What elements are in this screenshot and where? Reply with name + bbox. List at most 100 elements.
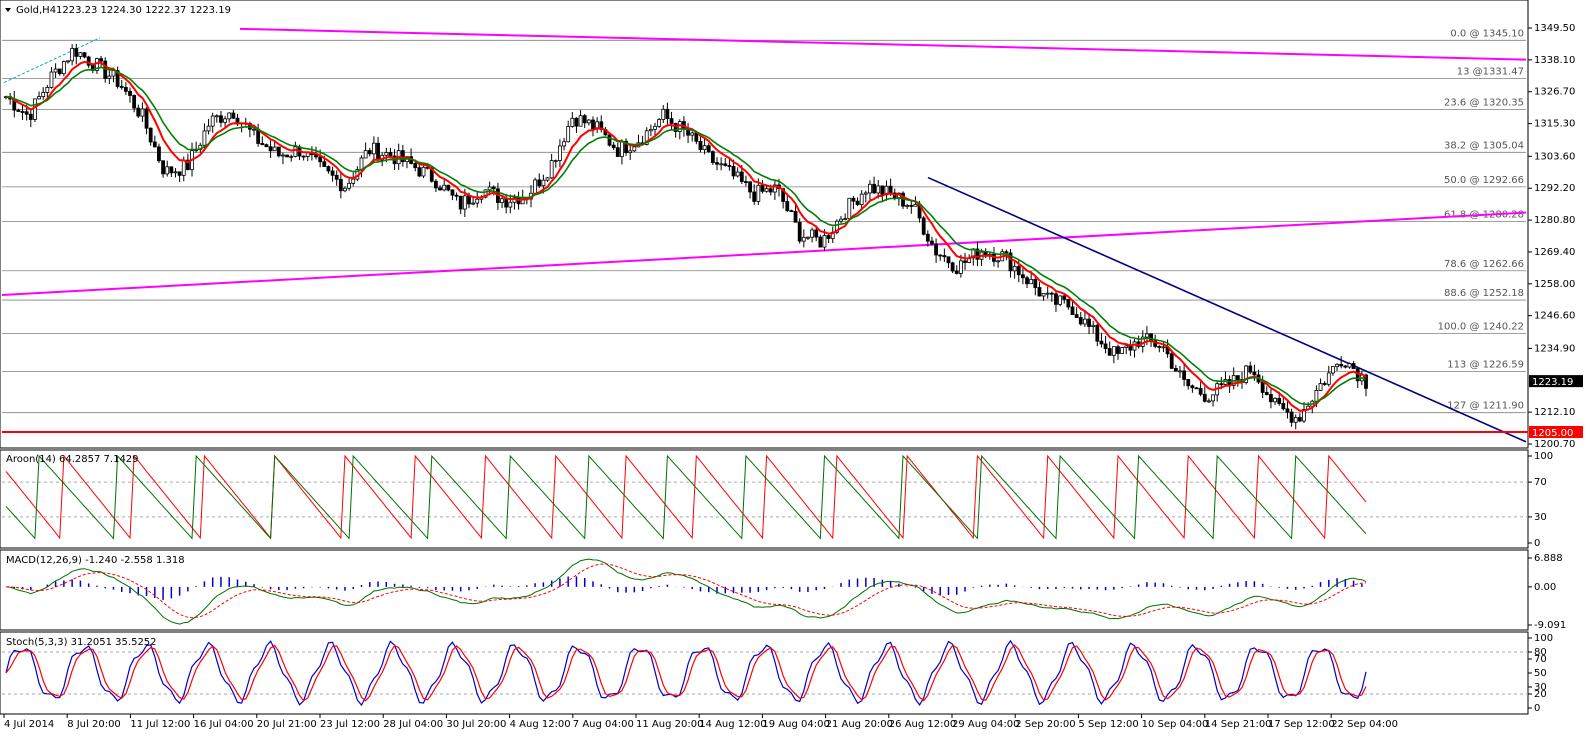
candle-body: [152, 141, 157, 148]
candle-body: [1198, 388, 1203, 395]
candle-body: [826, 235, 831, 239]
candle-body: [1190, 385, 1195, 389]
candle-body: [214, 115, 219, 118]
time-tick-label: 20 Jul 21:00: [257, 719, 317, 730]
time-tick-label: 7 Aug 04:00: [573, 719, 634, 730]
candle-body: [607, 134, 612, 146]
candle-body: [74, 47, 79, 57]
candle-body: [963, 260, 967, 263]
candle-body: [1020, 274, 1025, 279]
candle-body: [1120, 347, 1125, 354]
aroon-tick-label: 0: [1534, 538, 1540, 549]
candle-body: [1285, 408, 1290, 413]
candle-body: [1058, 295, 1063, 305]
macd-tick-label: 6.888: [1534, 553, 1563, 564]
stoch-label: Stoch(5,3,3) 31.2051 35.5252: [6, 637, 157, 648]
candle-body: [1248, 365, 1253, 373]
candle-body: [715, 162, 719, 165]
time-tick-label: 26 Aug 12:00: [889, 719, 956, 730]
trend-lines: [1, 27, 1528, 443]
candle-body: [128, 90, 132, 96]
candle-body: [161, 160, 165, 175]
candle-body: [289, 155, 294, 158]
price-tick-label: 1303.60: [1534, 151, 1575, 162]
candle-body: [752, 191, 757, 202]
chart-window[interactable]: 0.0 @ 1345.10 13 @1331.47 23.6 @ 1320.35 38…: [0, 0, 1596, 745]
time-tick-label: 2 Sep 20:00: [1015, 719, 1075, 730]
candle-body: [744, 181, 748, 183]
candle-body: [491, 186, 496, 190]
macd-tick-label: 0.00: [1534, 582, 1556, 593]
time-tick-label: 4 Aug 12:00: [510, 719, 571, 730]
candle-body: [1161, 346, 1166, 349]
candle-body: [1202, 393, 1207, 402]
candle-body: [553, 160, 558, 162]
candle-body: [467, 195, 471, 205]
candle-body: [905, 205, 910, 207]
candle-body: [1049, 292, 1054, 295]
candle-body: [1260, 381, 1265, 393]
candle-body: [562, 141, 566, 147]
candle-body: [847, 197, 852, 220]
chart-menu-triangle-icon[interactable]: [5, 8, 11, 12]
moving-averages: [5, 60, 1367, 412]
candle-body: [719, 163, 724, 166]
candle-body: [367, 150, 372, 155]
candle-body: [1012, 265, 1017, 272]
candle-body: [223, 118, 227, 123]
candle-body: [417, 167, 422, 177]
candle-body: [140, 108, 145, 117]
candle-body: [475, 198, 480, 204]
candle-body: [1343, 365, 1348, 368]
candle-body: [1083, 318, 1087, 325]
candle-body: [177, 171, 182, 176]
candle-body: [793, 211, 798, 223]
candle-body: [1339, 363, 1344, 367]
time-tick-label: 14 Aug 12:00: [699, 719, 766, 730]
candle-body: [913, 203, 918, 207]
candle-body: [351, 178, 356, 184]
price-tick-label: 1234.90: [1534, 343, 1575, 354]
candle-body: [1335, 363, 1339, 368]
candle-body: [930, 240, 934, 245]
candle-body: [1111, 346, 1116, 356]
candle-body: [764, 188, 769, 192]
candle-body: [281, 154, 285, 157]
candle-body: [1041, 293, 1046, 297]
candle-body: [148, 127, 153, 143]
stoch-tick-label: 100: [1534, 633, 1553, 644]
candle-body: [1235, 375, 1240, 381]
candle-body: [61, 61, 66, 75]
candle-body: [946, 256, 951, 264]
candle-body: [458, 195, 463, 210]
candle-body: [628, 150, 633, 154]
ohlc-readout: 1223.23 1224.30 1222.37 1223.19: [56, 5, 231, 16]
time-tick-label: 11 Aug 20:00: [636, 719, 703, 730]
macd-main-line: [5, 558, 1367, 625]
price-tick-label: 1326.70: [1534, 87, 1575, 98]
time-axis: 4 Jul 2014 8 Jul 20:00 11 Jul 12:00 16 Jul …: [3, 714, 1398, 730]
candle-body: [1331, 366, 1335, 374]
candle-body: [801, 236, 806, 242]
candle-body: [53, 68, 58, 73]
support-price-label: 1205.00: [1532, 428, 1573, 439]
candle-body: [421, 166, 426, 177]
candle-body: [363, 150, 368, 159]
candle-body: [888, 185, 893, 194]
candle-body: [1016, 265, 1021, 276]
candle-body: [950, 262, 955, 272]
candle-body: [921, 217, 926, 235]
candle-body: [1107, 348, 1112, 356]
candle-body: [1269, 394, 1273, 403]
time-tick-label: 14 Sep 21:00: [1205, 719, 1272, 730]
candle-body: [727, 165, 732, 167]
candle-body: [1194, 387, 1199, 390]
candle-body: [876, 185, 881, 194]
candle-body: [372, 142, 376, 155]
candle-body: [33, 98, 37, 120]
candle-body: [500, 198, 504, 203]
candle-body: [938, 254, 943, 257]
candle-body: [165, 166, 170, 175]
candle-body: [855, 200, 860, 206]
candle-body: [1116, 346, 1120, 354]
